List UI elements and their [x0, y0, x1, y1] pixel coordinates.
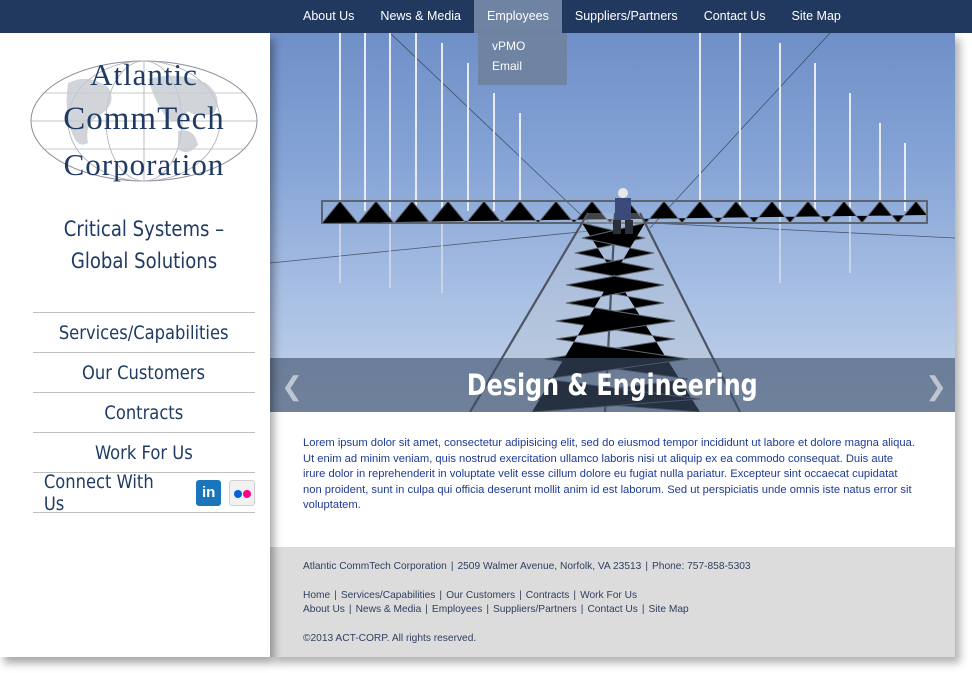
footer-link-work-for-us[interactable]: Work For Us	[580, 590, 637, 601]
nav-about-us[interactable]: About Us	[290, 0, 367, 33]
tagline: Critical Systems – Global Solutions	[49, 213, 240, 277]
side-item-connect: Connect With Us in	[33, 470, 255, 515]
nav-employees[interactable]: Employees	[474, 0, 562, 33]
hero-caption: Design & Engineering	[467, 368, 758, 402]
top-nav-bar: About Us News & Media Employees Supplier…	[0, 0, 972, 33]
linkedin-icon[interactable]: in	[195, 479, 222, 506]
connect-label: Connect With Us	[43, 470, 154, 515]
footer-link-contact-us[interactable]: Contact Us	[587, 604, 637, 615]
side-menu: Services/Capabilities Our Customers Cont…	[33, 312, 255, 515]
footer-address: 2509 Walmer Avenue, Norfolk, VA 23513	[457, 561, 642, 572]
logo-line-2: CommTech	[63, 101, 225, 137]
footer-link-employees[interactable]: Employees	[432, 604, 482, 615]
footer-company: Atlantic CommTech Corporation	[303, 561, 447, 572]
footer-links-row-2: About Us | News & Media | Employees | Supplier…	[303, 604, 689, 615]
side-item-label: Contracts	[104, 401, 184, 424]
nav-contact-us[interactable]: Contact Us	[691, 0, 779, 33]
footer-phone: Phone: 757-858-5303	[652, 561, 751, 572]
footer-link-news-media[interactable]: News & Media	[356, 604, 422, 615]
logo-line-3: Corporation	[63, 147, 225, 182]
side-item-services[interactable]: Services/Capabilities	[33, 313, 255, 353]
side-item-label: Work For Us	[95, 441, 193, 464]
dropdown-item-email[interactable]: Email	[478, 58, 567, 78]
footer-copyright: ©2013 ACT-CORP. All rights reserved.	[303, 633, 477, 644]
side-item-work-for-us[interactable]: Work For Us	[33, 433, 255, 473]
sidebar: Atlantic CommTech Corporation Critical S…	[0, 33, 270, 657]
side-item-label: Our Customers	[82, 361, 206, 384]
footer-link-home[interactable]: Home	[303, 590, 330, 601]
footer-link-services[interactable]: Services/Capabilities	[341, 590, 436, 601]
hero-caption-bar: Design & Engineering	[270, 358, 955, 412]
tagline-line-1: Critical Systems –	[63, 217, 225, 241]
side-item-label: Services/Capabilities	[59, 321, 229, 344]
footer-links-row-1: Home | Services/Capabilities | Our Customers…	[303, 590, 638, 601]
footer-link-customers[interactable]: Our Customers	[446, 590, 515, 601]
nav-suppliers-partners[interactable]: Suppliers/Partners	[562, 0, 691, 33]
footer: Atlantic CommTech Corporation | 2509 Walme…	[270, 547, 955, 657]
employees-dropdown: vPMO Email	[478, 33, 567, 85]
hero-slider: Design & Engineering ❮ ❯	[270, 33, 955, 412]
nav-site-map[interactable]: Site Map	[779, 0, 854, 33]
main-content: Design & Engineering ❮ ❯ Lorem ipsum dol…	[270, 33, 955, 657]
chevron-right-icon[interactable]: ❯	[925, 372, 947, 400]
antenna-tower-photo	[270, 33, 955, 412]
footer-address-line: Atlantic CommTech Corporation | 2509 Walme…	[303, 561, 751, 572]
side-item-contracts[interactable]: Contracts	[33, 393, 255, 433]
top-nav: About Us News & Media Employees Supplier…	[290, 0, 854, 33]
dropdown-item-vpmo[interactable]: vPMO	[478, 38, 567, 58]
footer-link-site-map[interactable]: Site Map	[648, 604, 688, 615]
footer-link-suppliers[interactable]: Suppliers/Partners	[493, 604, 577, 615]
tagline-line-2: Global Solutions	[70, 249, 218, 273]
body-paragraph: Lorem ipsum dolor sit amet, consectetur …	[303, 437, 915, 512]
footer-link-about-us[interactable]: About Us	[303, 604, 345, 615]
company-logo[interactable]: Atlantic CommTech Corporation	[28, 53, 260, 187]
nav-news-media[interactable]: News & Media	[367, 0, 474, 33]
footer-link-contracts[interactable]: Contracts	[526, 590, 570, 601]
chevron-left-icon[interactable]: ❮	[281, 372, 303, 400]
logo-line-1: Atlantic	[90, 57, 198, 92]
flickr-icon[interactable]	[229, 479, 255, 506]
side-item-customers[interactable]: Our Customers	[33, 353, 255, 393]
